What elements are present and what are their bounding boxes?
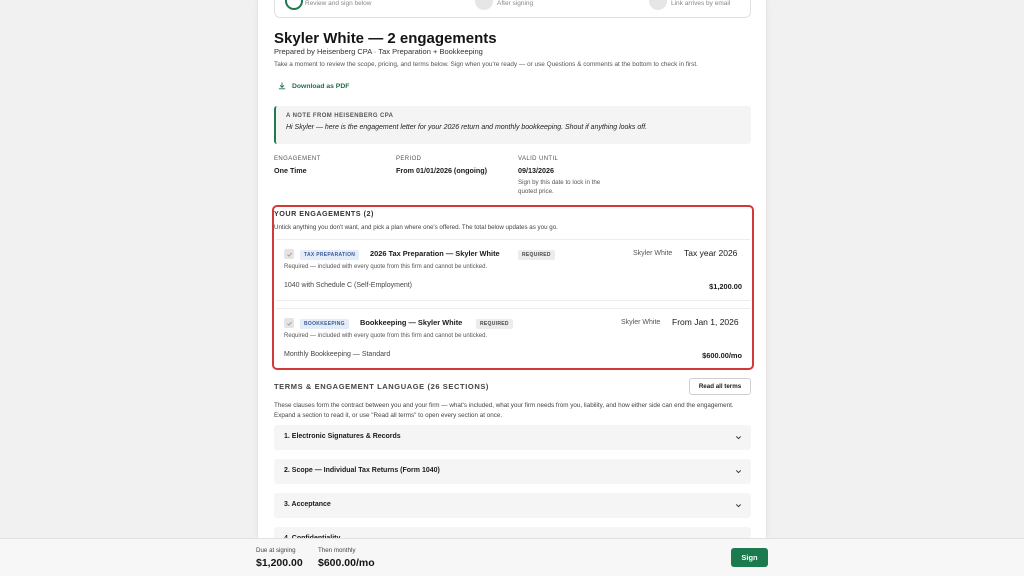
firm-note: A NOTE FROM HEISENBERG CPA Hi Skyler — h… (274, 106, 751, 144)
terms-description: These clauses form the contract between … (274, 402, 734, 419)
note-label: A NOTE FROM HEISENBERG CPA (286, 113, 394, 119)
due-at-signing-label: Due at signing (256, 547, 296, 554)
step-link-email: Link arrives by email (649, 0, 731, 10)
step-label: After signing (497, 0, 534, 7)
service-line: Monthly Bookkeeping — Standard (284, 351, 391, 358)
service-line: 1040 with Schedule C (Self-Employment) (284, 282, 413, 289)
engagement-checkbox[interactable] (284, 249, 294, 259)
note-text: Hi Skyler — here is the engagement lette… (286, 124, 648, 131)
required-note: Required — included with every quote fro… (284, 333, 488, 339)
engagements-subtext: Untick anything you don't want, and pick… (274, 224, 558, 231)
client-name: Skyler White (621, 319, 661, 326)
category-tag: BOOKKEEPING (300, 319, 349, 329)
step-after-signing: After signing (475, 0, 534, 10)
download-label: Download as PDF (292, 82, 350, 90)
meta-valid-until: VALID UNTIL 09/13/2026 Sign by this date… (518, 156, 618, 196)
meta-value: 09/13/2026 (518, 166, 554, 175)
engagement-checkbox[interactable] (284, 318, 294, 328)
monthly-label: Then monthly (318, 547, 356, 554)
terms-section-scope[interactable]: 2. Scope — Individual Tax Returns (Form … (274, 459, 751, 484)
chevron-down-icon (735, 504, 742, 508)
read-all-terms-button[interactable]: Read all terms (689, 378, 751, 395)
meta-label: PERIOD (396, 156, 422, 162)
step-check-circle-icon (285, 0, 303, 10)
meta-subtext: Sign by this date to lock in the quoted … (518, 179, 601, 195)
section-label: 2. Scope — Individual Tax Returns (Form … (284, 467, 440, 474)
prepared-by: Prepared by Heisenberg CPA · Tax Prepara… (274, 47, 483, 56)
engagement-card-bookkeeping: BOOKKEEPING Bookkeeping — Skyler White R… (276, 308, 750, 366)
required-badge: REQUIRED (518, 250, 555, 260)
terms-heading: TERMS & ENGAGEMENT LANGUAGE (26 SECTIONS… (274, 382, 490, 391)
engagement-name: Bookkeeping — Skyler White (360, 318, 463, 327)
engagement-price: $600.00/mo (702, 351, 742, 360)
engagement-name: 2026 Tax Preparation — Skyler White (370, 249, 500, 258)
category-tag: TAX PREPARATION (300, 250, 360, 260)
client-name: Skyler White (633, 250, 673, 257)
engagement-price: $1,200.00 (709, 282, 742, 291)
terms-section-acceptance[interactable]: 3. Acceptance (274, 493, 751, 518)
meta-label: VALID UNTIL (518, 156, 559, 162)
chevron-down-icon (735, 470, 742, 474)
required-badge: REQUIRED (476, 319, 513, 329)
page-title: Skyler White — 2 engagements (274, 30, 497, 47)
engagement-period: Tax year 2026 (684, 248, 738, 258)
sign-button[interactable]: Sign (731, 548, 768, 567)
engagement-letter-page: Review and sign below After signing Link… (257, 0, 767, 576)
step-label: Link arrives by email (671, 0, 731, 7)
meta-value: From 01/01/2026 (ongoing) (396, 166, 488, 175)
section-label: 1. Electronic Signatures & Records (284, 433, 401, 440)
check-icon (286, 321, 292, 326)
engagement-period: From Jan 1, 2026 (672, 317, 739, 327)
terms-section-electronic-signatures[interactable]: 1. Electronic Signatures & Records (274, 425, 751, 450)
step-label: Review and sign below (305, 0, 372, 7)
check-icon (286, 252, 292, 257)
step-review: Review and sign below (285, 0, 372, 10)
download-icon (278, 82, 286, 90)
chevron-down-icon (735, 436, 742, 440)
meta-value: One Time (274, 166, 307, 175)
download-pdf-link[interactable]: Download as PDF (278, 82, 349, 90)
meta-engagement: ENGAGEMENT One Time (274, 156, 321, 175)
section-label: 3. Acceptance (284, 501, 331, 508)
signing-steps: Review and sign below After signing Link… (274, 0, 751, 18)
engagement-card-tax: TAX PREPARATION 2026 Tax Preparation — S… (276, 239, 750, 301)
monthly-value: $600.00/mo (318, 557, 375, 569)
meta-period: PERIOD From 01/01/2026 (ongoing) (396, 156, 487, 175)
sticky-footer: Due at signing $1,200.00 Then monthly $6… (0, 538, 1024, 576)
intro-text: Take a moment to review the scope, prici… (274, 61, 698, 68)
due-at-signing-value: $1,200.00 (256, 557, 303, 569)
meta-label: ENGAGEMENT (274, 156, 321, 162)
step-circle-icon (475, 0, 493, 10)
step-circle-icon (649, 0, 667, 10)
engagements-heading: YOUR ENGAGEMENTS (2) (274, 209, 374, 218)
required-note: Required — included with every quote fro… (284, 264, 488, 270)
